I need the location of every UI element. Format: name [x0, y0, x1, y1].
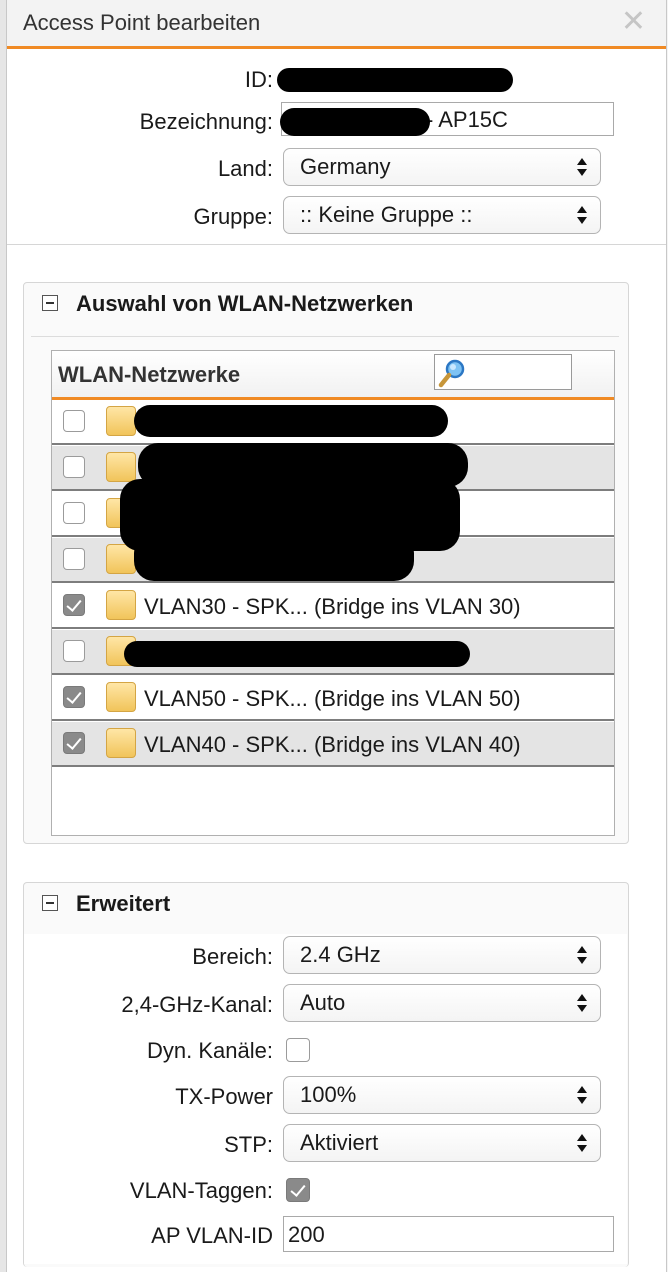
vlan-tagging-checkbox[interactable]: [286, 1178, 310, 1202]
tx-power-label: TX-Power: [175, 1084, 273, 1109]
vlan-tagging-label: VLAN-Taggen:: [129, 1178, 273, 1203]
wifi-network-icon: [106, 682, 136, 712]
country-select[interactable]: Germany: [283, 148, 601, 186]
country-value: Germany: [300, 154, 391, 179]
dialog-title: Access Point bearbeiten: [23, 10, 261, 35]
country-label: Land:: [217, 156, 273, 181]
select-arrows-icon: [577, 946, 587, 964]
wifi-network-icon: [106, 728, 136, 758]
dyn-channels-label: Dyn. Kanäle:: [147, 1038, 273, 1063]
advanced-section-title: Erweitert: [76, 891, 171, 916]
select-arrows-icon: [577, 1134, 587, 1152]
row-checkbox[interactable]: [63, 594, 85, 616]
row-checkbox[interactable]: [63, 456, 85, 478]
close-icon[interactable]: ✕: [621, 4, 646, 40]
id-label: ID:: [244, 67, 273, 92]
vlan-id-label: AP VLAN-ID: [151, 1223, 273, 1248]
wlan-row-label: VLAN40 - SPK... (Bridge ins VLAN 40): [144, 732, 521, 757]
group-label: Gruppe:: [193, 204, 274, 229]
section-divider: [7, 244, 666, 245]
wlan-title-divider: [31, 336, 619, 337]
name-value: - AP15C: [426, 107, 508, 132]
redacted-id: [277, 68, 513, 92]
band-label: Bereich:: [192, 944, 273, 969]
wlan-row[interactable]: VLAN50 - SPK... (Bridge ins VLAN 50): [52, 676, 614, 721]
select-arrows-icon: [577, 994, 587, 1012]
stp-label: STP:: [224, 1132, 273, 1157]
wifi-network-icon: [106, 590, 136, 620]
select-arrows-icon: [577, 1086, 587, 1104]
stp-select[interactable]: Aktiviert: [283, 1124, 601, 1162]
band-select[interactable]: 2.4 GHz: [283, 936, 601, 974]
channel-select[interactable]: Auto: [283, 984, 601, 1022]
collapse-wlan-icon[interactable]: [42, 295, 58, 311]
wlan-grid-header: WLAN-Netzwerke: [52, 351, 614, 400]
row-checkbox[interactable]: [63, 686, 85, 708]
name-label: Bezeichnung:: [139, 109, 273, 134]
magnifier-icon: [438, 359, 465, 388]
wlan-grid-header-label: WLAN-Netzwerke: [58, 362, 241, 387]
wlan-row-label: VLAN50 - SPK... (Bridge ins VLAN 50): [144, 686, 521, 711]
wlan-row[interactable]: VLAN30 - SPK... (Bridge ins VLAN 30): [52, 584, 614, 629]
band-value: 2.4 GHz: [300, 942, 381, 967]
wlan-grid: WLAN-Netzwerke VLAN30 - SPK... (Bridge i…: [51, 350, 615, 836]
row-checkbox[interactable]: [63, 502, 85, 524]
vlan-id-input[interactable]: 200: [283, 1216, 614, 1252]
row-checkbox[interactable]: [63, 732, 85, 754]
wlan-search-input[interactable]: [434, 354, 572, 390]
group-select[interactable]: :: Keine Gruppe ::: [283, 196, 601, 234]
redacted-ssid: [134, 405, 448, 437]
wifi-network-icon: [106, 452, 136, 482]
group-value: :: Keine Gruppe ::: [300, 202, 473, 227]
wlan-row[interactable]: VLAN40 - SPK... (Bridge ins VLAN 40): [52, 722, 614, 767]
redacted-ssid: [124, 641, 470, 667]
redacted-ssid: [134, 533, 414, 581]
wlan-section-title: Auswahl von WLAN-Netzwerken: [76, 291, 414, 316]
dialog-titlebar[interactable]: Access Point bearbeiten ✕: [7, 0, 666, 49]
stp-value: Aktiviert: [300, 1130, 379, 1155]
select-arrows-icon: [577, 158, 587, 176]
tx-power-select[interactable]: 100%: [283, 1076, 601, 1114]
select-arrows-icon: [577, 206, 587, 224]
row-checkbox[interactable]: [63, 640, 85, 662]
wifi-network-icon: [106, 406, 136, 436]
tx-power-value: 100%: [300, 1082, 357, 1107]
dyn-channels-checkbox[interactable]: [286, 1038, 310, 1062]
edit-access-point-dialog: Access Point bearbeiten ✕ ID: Bezeichnun…: [6, 0, 667, 1272]
redacted-name: [280, 108, 430, 136]
channel-value: Auto: [300, 990, 346, 1015]
channel-label: 2,4-GHz-Kanal:: [121, 992, 273, 1017]
vlan-id-value: 200: [288, 1222, 325, 1247]
row-checkbox[interactable]: [63, 410, 85, 432]
wlan-row-label: VLAN30 - SPK... (Bridge ins VLAN 30): [144, 594, 521, 619]
collapse-advanced-icon[interactable]: [42, 895, 58, 911]
row-checkbox[interactable]: [63, 548, 85, 570]
